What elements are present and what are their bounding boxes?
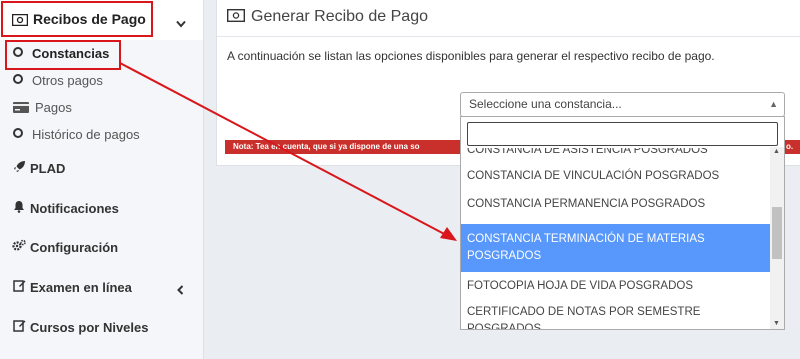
- page-title: Generar Recibo de Pago: [226, 8, 428, 27]
- sidebar-item-cursos-por-niveles[interactable]: Cursos por Niveles: [12, 319, 149, 335]
- sidebar-item-notificaciones[interactable]: Notificaciones: [12, 200, 119, 216]
- option-vinculacion[interactable]: CONSTANCIA DE VINCULACIÓN POSGRADOS: [461, 168, 771, 185]
- dropdown-search-input[interactable]: [467, 122, 778, 146]
- panel-description: A continuación se listan las opciones di…: [227, 49, 715, 63]
- circle-icon: [13, 74, 23, 84]
- sidebar-item-otros-pagos[interactable]: Otros pagos: [13, 73, 103, 88]
- sidebar-item-label: PLAD: [30, 161, 66, 176]
- sidebar-item-label: Notificaciones: [30, 201, 119, 216]
- caret-up-icon: ▲: [769, 99, 778, 109]
- sidebar-item-label: Configuración: [30, 240, 119, 255]
- options-list: CONSTANCIA DE ASISTENCIA POSGRADOS CONST…: [461, 148, 771, 329]
- sidebar-item-label: Pagos: [35, 100, 72, 115]
- sidebar-item-label: Otros pagos: [32, 73, 103, 88]
- option-certificado-notas[interactable]: CERTIFICADO DE NOTAS POR SEMESTRE POSGRA…: [461, 304, 771, 329]
- sidebar-item-configuracion[interactable]: Configuración: [12, 239, 118, 255]
- option-permanencia[interactable]: CONSTANCIA PERMANENCIA POSGRADOS: [461, 196, 771, 213]
- chevron-down-icon[interactable]: [176, 15, 186, 33]
- sidebar-item-label: Cursos por Niveles: [30, 320, 149, 335]
- sidebar-item-examen-en-linea[interactable]: Examen en línea: [12, 279, 132, 295]
- gears-icon: [12, 239, 26, 255]
- scrollbar-thumb[interactable]: [772, 207, 782, 259]
- note-text-end: o.: [786, 142, 794, 151]
- money-bill-icon: [226, 8, 246, 27]
- sidebar-item-historico-pagos[interactable]: Histórico de pagos: [13, 127, 140, 142]
- scroll-down-icon[interactable]: ▼: [773, 320, 780, 327]
- edit-icon: [12, 319, 26, 335]
- circle-icon: [13, 128, 23, 138]
- select-placeholder: Seleccione una constancia...: [469, 97, 622, 111]
- annotation-box-constancias: [5, 40, 121, 70]
- rocket-icon: [12, 160, 26, 176]
- page-title-text: Generar Recibo de Pago: [251, 8, 428, 25]
- option-fotocopia-hoja-vida[interactable]: FOTOCOPIA HOJA DE VIDA POSGRADOS: [461, 278, 771, 295]
- edit-icon: [12, 279, 26, 295]
- scroll-up-icon[interactable]: ▲: [773, 148, 780, 155]
- option-asistencia[interactable]: CONSTANCIA DE ASISTENCIA POSGRADOS: [461, 148, 771, 159]
- chevron-left-icon[interactable]: [177, 282, 184, 300]
- bell-icon: [12, 200, 26, 216]
- dropdown-scrollbar[interactable]: ▲ ▼: [770, 147, 784, 329]
- sidebar-item-label: Histórico de pagos: [32, 127, 140, 142]
- sidebar-item-pagos[interactable]: Pagos: [13, 100, 72, 116]
- constancia-dropdown: CONSTANCIA DE ASISTENCIA POSGRADOS CONST…: [460, 116, 785, 330]
- note-text-start: Nota: Te: [233, 142, 265, 151]
- constancia-select[interactable]: Seleccione una constancia... ▲: [460, 92, 785, 117]
- annotation-box-recibos: [1, 1, 153, 37]
- sidebar-item-plad[interactable]: PLAD: [12, 160, 65, 176]
- note-text-middle: a en cuenta, que si ya dispone de una so: [264, 142, 420, 151]
- divider: [217, 36, 800, 37]
- credit-card-icon: [13, 101, 29, 116]
- option-terminacion-materias[interactable]: CONSTANCIA TERMINACIÓN DE MATERIAS POSGR…: [461, 224, 771, 272]
- sidebar-item-label: Examen en línea: [30, 280, 132, 295]
